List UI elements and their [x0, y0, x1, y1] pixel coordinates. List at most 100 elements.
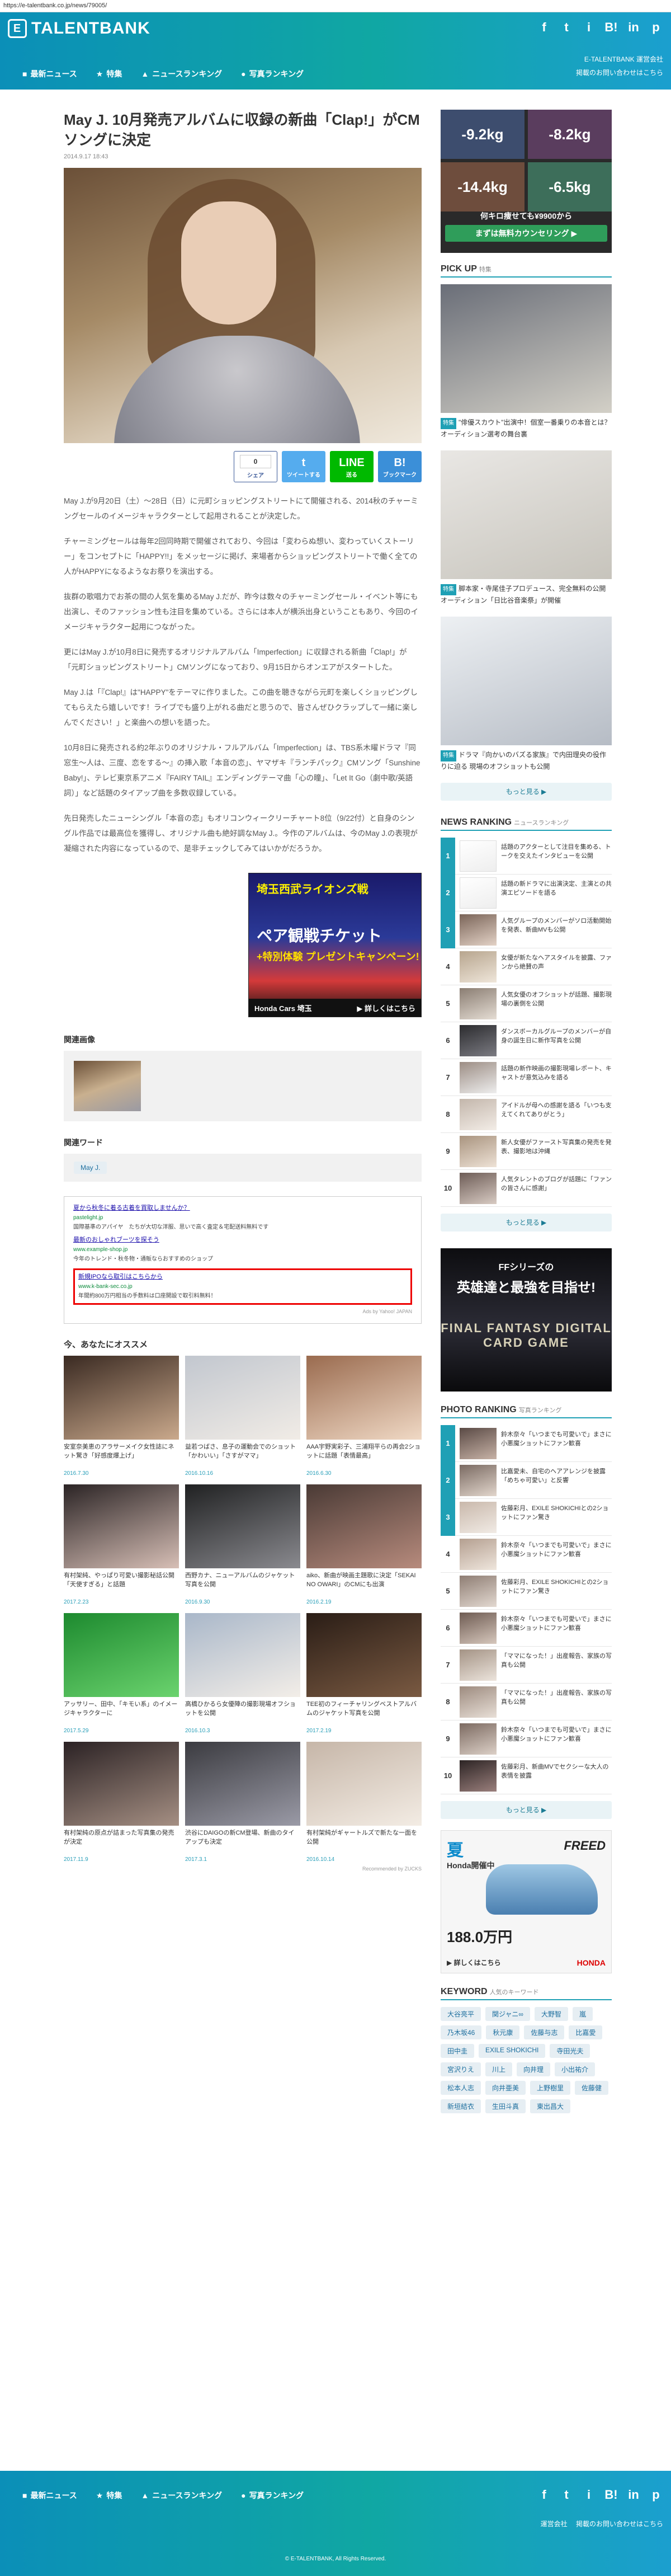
rank-thumb[interactable] — [460, 1501, 497, 1533]
company-link[interactable]: E-TALENTBANK 運営会社 — [576, 53, 663, 66]
ranking-row[interactable]: 2 話題の新ドラマに出演決定、主演との共演エピソードを語る — [441, 874, 612, 911]
rank-title[interactable]: 鈴木奈々「いつまでも可愛いで」まさに小悪魔ショットにファン歓喜 — [501, 1726, 612, 1752]
keyword-tag[interactable]: 田中圭 — [441, 2044, 475, 2058]
rank-thumb[interactable] — [460, 988, 497, 1019]
rank-thumb[interactable] — [460, 951, 497, 983]
rank-title[interactable]: 鈴木奈々「いつまでも可愛いで」まさに小悪魔ショットにファン歓喜 — [501, 1615, 612, 1642]
keyword-tag[interactable]: 向井亜美 — [485, 2081, 526, 2095]
rank-thumb[interactable] — [460, 1575, 497, 1607]
yahoo-ad-credit[interactable]: Ads by Yahoo! JAPAN — [73, 1307, 412, 1317]
keyword-tag[interactable]: 宮沢りえ — [441, 2062, 481, 2076]
recommend-caption[interactable]: 益若つばさ、息子の運動会でのショット「かわいい」「さすがママ」 — [185, 1442, 300, 1469]
ranking-row[interactable]: 9 鈴木奈々「いつまでも可愛いで」まさに小悪魔ショットにファン歓喜 — [441, 1721, 612, 1757]
recommend-card[interactable]: 安室奈美恵のアラサーメイク女性誌にネット驚き「好感度爆上げ」 2016.7.30 — [64, 1356, 179, 1477]
yahoo-ad-item[interactable]: 夏から秋冬に着る古着を買取しませんか？ pastelight.jp 国際基準のア… — [73, 1204, 412, 1232]
keyword-tag[interactable]: 寺田光夫 — [550, 2044, 590, 2058]
recommend-thumb[interactable] — [185, 1742, 300, 1826]
pickup-thumb[interactable] — [441, 450, 612, 579]
hatena-bookmark-button[interactable]: B! ブックマーク — [378, 451, 422, 482]
twitter-share-button[interactable]: t ツイートする — [282, 451, 325, 482]
recommend-caption[interactable]: TEE初のフィーチャリングベストアルバムのジャケット写真を公開 — [306, 1700, 422, 1727]
keyword-tag[interactable]: 大野智 — [534, 2007, 568, 2021]
recommend-caption[interactable]: 西野カナ、ニューアルバムのジャケット写真を公開 — [185, 1571, 300, 1598]
ranking-row[interactable]: 1 鈴木奈々「いつまでも可愛いで」まさに小悪魔ショットにファン歓喜 — [441, 1425, 612, 1462]
rank-thumb[interactable] — [460, 1061, 497, 1093]
pickup-caption[interactable]: 特集 "俳優スカウト"出演中！個室一番乗りの本音とは？オーディション選考の舞台裏 — [441, 417, 612, 439]
recommend-card[interactable]: 有村架純、やっぱり可愛い撮影秘話公開「天使すぎる」と話題 2017.2.23 — [64, 1484, 179, 1605]
rank-title[interactable]: 鈴木奈々「いつまでも可愛いで」まさに小悪魔ショットにファン歓喜 — [501, 1541, 612, 1568]
ad-cta[interactable]: ▶ 詳しくはこちら — [357, 1003, 415, 1013]
rank-title[interactable]: 比嘉愛未、自宅のヘアアレンジを披露「めちゃ可愛い」と反響 — [501, 1467, 612, 1494]
pickup-caption[interactable]: 特集 ドラマ『向かいのバズる家族』で内田理央の役作りに迫る 現場のオフショットも公… — [441, 750, 612, 772]
recommend-card[interactable]: 高橋ひかるら女優陣の撮影現場オフショットを公開 2016.10.3 — [185, 1613, 300, 1734]
recommend-caption[interactable]: aiko、新曲が映画主題歌に決定「SEKAI NO OWARI」のCMにも出演 — [306, 1571, 422, 1598]
rank-thumb[interactable] — [460, 1024, 497, 1056]
rank-thumb[interactable] — [460, 877, 497, 909]
rank-title[interactable]: 話題の新作映画の撮影現場レポート、キャストが意気込みを語る — [501, 1064, 612, 1091]
rank-title[interactable]: 女優が新たなヘアスタイルを披露、ファンから絶賛の声 — [501, 953, 612, 980]
keyword-tag[interactable]: 新垣結衣 — [441, 2099, 481, 2113]
hatena-icon[interactable]: B! — [604, 20, 618, 35]
pickup-thumb[interactable] — [441, 617, 612, 745]
rank-title[interactable]: 佐藤彩月、新曲MVでセクシーな大人の表情を披露 — [501, 1762, 612, 1789]
ranking-row[interactable]: 3 佐藤彩月、EXILE SHOKICHIとの2ショットにファン驚き — [441, 1498, 612, 1536]
keyword-tag[interactable]: 大谷亮平 — [441, 2007, 481, 2021]
rank-thumb[interactable] — [460, 1172, 497, 1204]
ranking-row[interactable]: 4 女優が新たなヘアスタイルを披露、ファンから絶賛の声 — [441, 948, 612, 985]
rank-thumb[interactable] — [460, 1649, 497, 1681]
instagram-icon[interactable]: i — [582, 20, 596, 35]
contact-link[interactable]: 掲載のお問い合わせはこちら — [576, 66, 663, 79]
footer-nav-news[interactable]: ■ 最新ニュース — [22, 2490, 77, 2501]
keyword-tag[interactable]: 乃木坂46 — [441, 2025, 482, 2039]
yahoo-ad-highlighted[interactable]: 新規IPOなら取引はこちらから www.k-bank-sec.co.jp 年間約… — [73, 1268, 412, 1305]
ranking-row[interactable]: 8 「ママになった！」出産報告、家族の写真も公開 — [441, 1684, 612, 1721]
keyword-tag[interactable]: 川上 — [485, 2062, 513, 2076]
rank-title[interactable]: ダンスボーカルグループのメンバーが自身の誕生日に新作写真を公開 — [501, 1027, 612, 1054]
pickup-more-button[interactable]: もっと見る ▶ — [441, 783, 612, 801]
rank-thumb[interactable] — [460, 914, 497, 946]
recommend-caption[interactable]: 有村架純がギャートルズで新たな一面を公開 — [306, 1828, 422, 1855]
pickup-thumb[interactable] — [441, 284, 612, 413]
url-bar[interactable]: https://e-talentbank.co.jp/news/79005/ — [0, 0, 671, 12]
recommend-thumb[interactable] — [64, 1613, 179, 1697]
news-ranking-more-button[interactable]: もっと見る ▶ — [441, 1214, 612, 1231]
recommend-thumb[interactable] — [64, 1356, 179, 1440]
recommend-thumb[interactable] — [306, 1613, 422, 1697]
ranking-row[interactable]: 1 話題のアクターとして注目を集める、トークを交えたインタビューを公開 — [441, 837, 612, 875]
recommend-card[interactable]: TEE初のフィーチャリングベストアルバムのジャケット写真を公開 2017.2.19 — [306, 1613, 422, 1734]
site-logo[interactable]: E TALENTBANK — [8, 19, 150, 38]
pinterest-icon[interactable]: p — [649, 2488, 663, 2502]
recommend-thumb[interactable] — [185, 1484, 300, 1568]
rank-thumb[interactable] — [460, 1538, 497, 1570]
contact-link[interactable]: 掲載のお問い合わせはこちら — [576, 2520, 663, 2528]
rank-thumb[interactable] — [460, 1760, 497, 1792]
honda-freed-banner-ad[interactable]: 夏 Honda開催中 FREED 188.0万円 ▶ 詳しくはこちら HONDA — [441, 1830, 612, 1973]
keyword-tag[interactable]: 秋元康 — [486, 2025, 520, 2039]
keyword-tag[interactable]: 生田斗真 — [485, 2099, 526, 2113]
rank-title[interactable]: 人気グループのメンバーがソロ活動開始を発表、新曲MVも公開 — [501, 916, 612, 943]
recommend-thumb[interactable] — [306, 1742, 422, 1826]
related-image-thumb[interactable] — [74, 1061, 141, 1111]
rank-title[interactable]: 話題の新ドラマに出演決定、主演との共演エピソードを語る — [501, 880, 612, 906]
recommend-card[interactable]: AAA宇野実彩子、三浦翔平らの再会2ショットに話題「表情最高」 2016.6.30 — [306, 1356, 422, 1477]
rank-title[interactable]: 佐藤彩月、EXILE SHOKICHIとの2ショットにファン驚き — [501, 1578, 612, 1605]
ranking-row[interactable]: 7 「ママになった！」出産報告、家族の写真も公開 — [441, 1647, 612, 1684]
diet-banner-ad[interactable]: -9.2kg -8.2kg -14.4kg -6.5kg 何キロ痩せても¥990… — [441, 110, 612, 253]
pickup-item[interactable]: 特集 ドラマ『向かいのバズる家族』で内田理央の役作りに迫る 現場のオフショットも公… — [441, 617, 612, 772]
ranking-row[interactable]: 8 アイドルが母への感謝を語る「いつも支えてくれてありがとう」 — [441, 1096, 612, 1133]
photo-ranking-more-button[interactable]: もっと見る ▶ — [441, 1801, 612, 1819]
nav-news[interactable]: ■ 最新ニュース — [22, 68, 77, 79]
ranking-row[interactable]: 5 人気女優のオフショットが話題、撮影現場の裏側を公開 — [441, 985, 612, 1022]
rank-title[interactable]: 話題のアクターとして注目を集める、トークを交えたインタビューを公開 — [501, 843, 612, 869]
related-word-tag[interactable]: May J. — [74, 1162, 107, 1174]
keyword-tag[interactable]: 関ジャニ∞ — [485, 2007, 530, 2021]
pickup-item[interactable]: 特集 脚本家・寺尾佳子プロデュース、完全無料の公開オーディション「日比谷音楽祭」が… — [441, 450, 612, 605]
twitter-icon[interactable]: t — [559, 2488, 574, 2502]
ranking-row[interactable]: 9 新人女優がファースト写真集の発売を発表、撮影地は沖縄 — [441, 1133, 612, 1170]
keyword-tag[interactable]: 松本人志 — [441, 2081, 481, 2095]
keyword-tag[interactable]: 嵐 — [573, 2007, 593, 2021]
rank-title[interactable]: 「ママになった！」出産報告、家族の写真も公開 — [501, 1652, 612, 1679]
rank-title[interactable]: 人気タレントのブログが話題に「ファンの皆さんに感謝」 — [501, 1175, 612, 1202]
final-fantasy-banner-ad[interactable]: FFシリーズの 英雄達と最強を目指せ! FINAL FANTASY DIGITA… — [441, 1248, 612, 1392]
rank-title[interactable]: アイドルが母への感謝を語る「いつも支えてくれてありがとう」 — [501, 1101, 612, 1128]
